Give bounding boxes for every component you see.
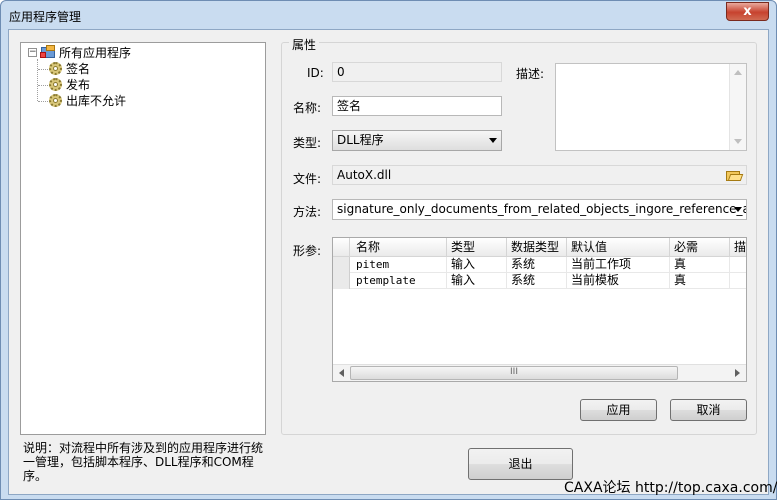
type-select[interactable]: DLL程序 <box>332 130 502 151</box>
column-header-type[interactable]: 类型 <box>447 238 507 257</box>
parameters-table[interactable]: 名称 类型 数据类型 默认值 必需 描 pitem 输入 系统 当前工作项 真 … <box>332 237 747 382</box>
method-select[interactable]: signature_only_documents_from_related_ob… <box>332 199 747 220</box>
column-header-name[interactable]: 名称 <box>350 238 447 257</box>
application-gear-icon <box>48 93 63 108</box>
close-button[interactable]: x <box>726 2 769 21</box>
file-label: 文件: <box>293 172 322 186</box>
id-field: 0 <box>332 62 502 82</box>
file-value: AutoX.dll <box>337 168 392 182</box>
type-select-value: DLL程序 <box>337 133 384 147</box>
application-tree[interactable]: − 所有应用程序 签名 发布 出库不允许 <box>20 42 266 435</box>
column-header-required[interactable]: 必需 <box>670 238 730 257</box>
tree-connector-line <box>38 101 48 102</box>
tree-connector-line <box>37 59 38 101</box>
row-header-corner <box>333 238 350 257</box>
dialog-client-area: − 所有应用程序 签名 发布 出库不允许 说明：对流程中所有涉及到的应用程序进行… <box>8 29 769 495</box>
tree-item-label: 出库不允许 <box>66 93 127 108</box>
column-header-data-type[interactable]: 数据类型 <box>507 238 567 257</box>
open-folder-icon[interactable] <box>726 168 744 182</box>
method-label: 方法: <box>293 205 322 219</box>
column-header-default[interactable]: 默认值 <box>567 238 670 257</box>
cell-required[interactable]: 真 <box>670 273 730 289</box>
tree-item-checkout-disallowed[interactable]: 出库不允许 <box>48 92 126 108</box>
forum-watermark: CAXA论坛 http://top.caxa.com/ <box>564 480 777 496</box>
method-select-value: signature_only_documents_from_related_ob… <box>337 202 747 216</box>
tree-item-label: 发布 <box>66 77 91 92</box>
id-label: ID: <box>307 66 324 80</box>
cell-name[interactable]: pitem <box>350 257 447 273</box>
cell-default[interactable]: 当前模板 <box>567 273 670 289</box>
tree-item-signature[interactable]: 签名 <box>48 60 90 76</box>
tree-item-publish[interactable]: 发布 <box>48 76 90 92</box>
window-title: 应用程序管理 <box>9 10 82 24</box>
description-note: 说明：对流程中所有涉及到的应用程序进行统一管理，包括脚本程序、DLL程序和COM… <box>23 441 264 483</box>
dropdown-arrow-icon <box>489 138 497 143</box>
table-row[interactable]: pitem 输入 系统 当前工作项 真 <box>333 257 746 273</box>
applications-folder-icon <box>40 45 56 59</box>
tree-root-label: 所有应用程序 <box>59 45 132 60</box>
params-label: 形参: <box>293 244 322 258</box>
cell-name[interactable]: ptemplate <box>350 273 447 289</box>
type-label: 类型: <box>293 136 322 150</box>
cell-data-type[interactable]: 系统 <box>507 273 567 289</box>
scroll-right-icon[interactable] <box>735 369 740 377</box>
row-header[interactable] <box>333 257 350 273</box>
file-field: AutoX.dll <box>332 165 747 185</box>
application-manager-window: 应用程序管理 x − 所有应用程序 签名 发布 出库不允许 说明：对流程中所有涉… <box>0 0 777 500</box>
scroll-down-icon[interactable] <box>734 139 742 144</box>
table-row[interactable]: ptemplate 输入 系统 当前模板 真 <box>333 273 746 289</box>
application-gear-icon <box>48 77 63 92</box>
scroll-thumb[interactable]: III <box>350 366 678 380</box>
tree-connector-line <box>38 69 48 70</box>
description-label: 描述: <box>516 67 545 81</box>
cell-type[interactable]: 输入 <box>447 273 507 289</box>
application-gear-icon <box>48 61 63 76</box>
column-header-description[interactable]: 描 <box>730 238 746 257</box>
table-header: 名称 类型 数据类型 默认值 必需 描 <box>333 238 746 257</box>
dropdown-arrow-icon <box>734 207 742 212</box>
cell-data-type[interactable]: 系统 <box>507 257 567 273</box>
tree-connector-line <box>38 85 48 86</box>
tree-item-label: 签名 <box>66 61 91 76</box>
title-bar[interactable]: 应用程序管理 x <box>1 1 776 29</box>
description-scrollbar[interactable] <box>729 64 746 150</box>
properties-group-title: 属性 <box>289 36 320 53</box>
apply-button[interactable]: 应用 <box>580 399 657 421</box>
cell-type[interactable]: 输入 <box>447 257 507 273</box>
scroll-up-icon[interactable] <box>734 70 742 75</box>
exit-button[interactable]: 退出 <box>468 448 573 480</box>
scroll-left-icon[interactable] <box>339 369 344 377</box>
collapse-toggle-icon[interactable]: − <box>28 47 37 57</box>
cell-default[interactable]: 当前工作项 <box>567 257 670 273</box>
name-input[interactable]: 签名 <box>332 96 502 116</box>
cell-required[interactable]: 真 <box>670 257 730 273</box>
description-textarea[interactable] <box>555 63 747 151</box>
row-header[interactable] <box>333 273 350 289</box>
name-label: 名称: <box>293 101 322 115</box>
tree-root[interactable]: − 所有应用程序 <box>28 44 131 60</box>
table-horizontal-scrollbar[interactable]: III <box>333 364 746 381</box>
cancel-button[interactable]: 取消 <box>670 399 747 421</box>
